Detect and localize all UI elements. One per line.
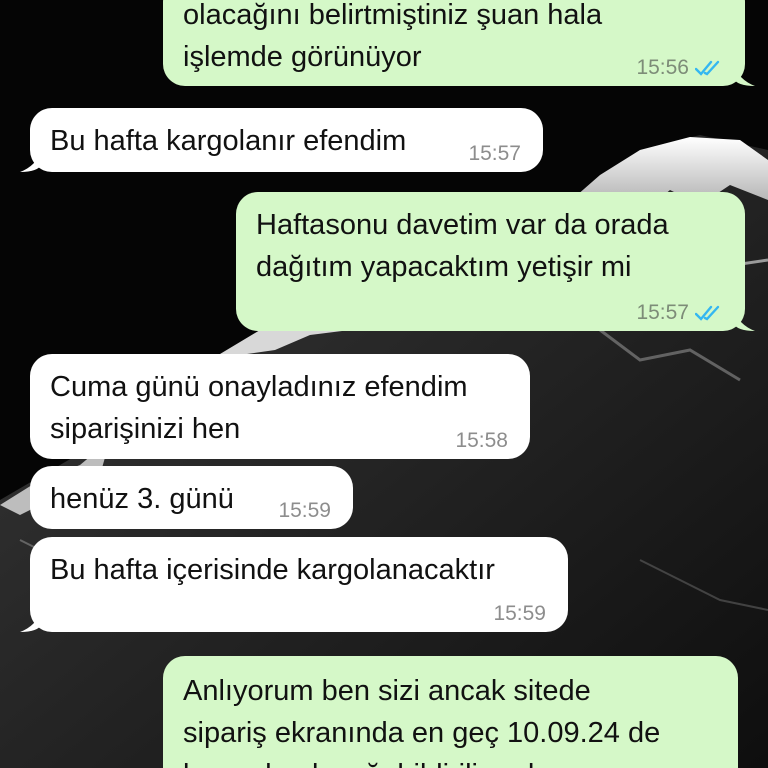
bubble-tail <box>20 150 42 172</box>
message-meta: 15:57 <box>636 301 723 325</box>
message-time: 15:58 <box>455 429 508 452</box>
message-text: Cuma günü onayladınız efendim siparişini… <box>50 371 468 445</box>
chat-screen: olacağını belirtmiştiniz şuan hala işlem… <box>0 0 768 768</box>
message-bubble-incoming[interactable]: henüz 3. günü 15:59 <box>30 466 353 529</box>
message-meta: 15:59 <box>278 499 331 523</box>
message-time: 15:59 <box>278 499 331 522</box>
message-bubble-outgoing[interactable]: Anlıyorum ben sizi ancak sitede sipariş … <box>163 656 738 768</box>
message-text: Haftasonu davetim var da orada dağıtım y… <box>256 209 669 283</box>
bubble-tail <box>733 64 755 86</box>
message-text: Bu hafta kargolanır efendim <box>50 125 407 157</box>
message-text: Bu hafta içerisinde kargolanacaktır <box>50 554 495 586</box>
message-bubble-incoming[interactable]: Bu hafta kargolanır efendim 15:57 <box>30 108 543 172</box>
message-time: 15:57 <box>636 301 689 324</box>
message-bubble-incoming[interactable]: Cuma günü onayladınız efendim siparişini… <box>30 354 530 459</box>
bubble-tail <box>20 610 42 632</box>
message-bubble-outgoing[interactable]: Haftasonu davetim var da orada dağıtım y… <box>236 192 745 331</box>
message-bubble-incoming[interactable]: Bu hafta içerisinde kargolanacaktır 15:5… <box>30 537 568 632</box>
message-time: 15:56 <box>636 56 689 79</box>
message-text: Anlıyorum ben sizi ancak sitede sipariş … <box>183 675 661 768</box>
message-time: 15:59 <box>493 602 546 625</box>
message-time: 15:57 <box>468 142 521 165</box>
message-meta: 15:58 <box>455 429 508 453</box>
message-bubble-outgoing[interactable]: olacağını belirtmiştiniz şuan hala işlem… <box>163 0 745 86</box>
double-check-read-icon <box>695 59 723 77</box>
double-check-read-icon <box>695 304 723 322</box>
message-meta: 15:57 <box>468 142 521 166</box>
message-meta: 15:59 <box>493 602 546 626</box>
message-meta: 15:56 <box>636 56 723 80</box>
bubble-tail <box>733 309 755 331</box>
